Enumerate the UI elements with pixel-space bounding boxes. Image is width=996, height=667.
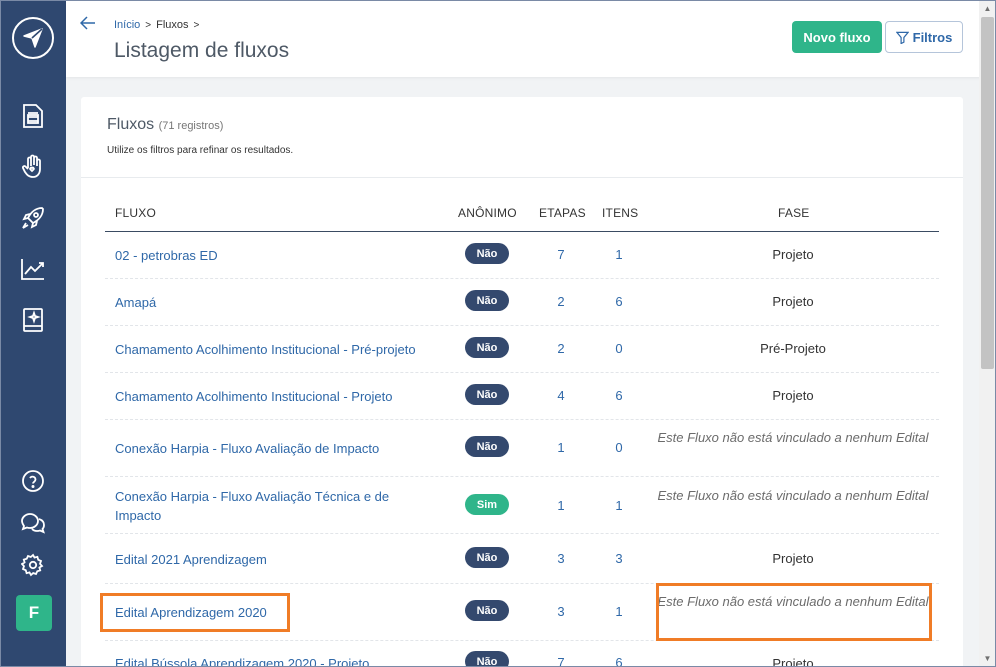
- document-icon[interactable]: [18, 101, 48, 131]
- header-items[interactable]: ITENS: [602, 206, 638, 220]
- steps-count[interactable]: 4: [546, 388, 576, 403]
- row-divider: [105, 278, 939, 279]
- card-title-text: Fluxos: [107, 116, 155, 133]
- flows-card: Fluxos (71 registros) Utilize os filtros…: [81, 97, 963, 667]
- items-count[interactable]: 6: [604, 655, 634, 667]
- steps-count[interactable]: 1: [546, 498, 576, 513]
- anon-badge: Não: [465, 384, 509, 405]
- rocket-icon[interactable]: [18, 203, 48, 233]
- anon-badge: Não: [465, 436, 509, 457]
- anon-badge: Não: [465, 547, 509, 568]
- steps-count[interactable]: 3: [546, 604, 576, 619]
- phase-text: Pré-Projeto: [760, 341, 826, 356]
- record-count: (71 registros): [158, 120, 224, 132]
- steps-count[interactable]: 7: [546, 247, 576, 262]
- new-flow-button[interactable]: Novo fluxo: [792, 21, 882, 53]
- phase-text: Este Fluxo não está vinculado a nenhum E…: [657, 594, 929, 609]
- anon-badge: Não: [465, 337, 509, 358]
- row-divider: [105, 476, 939, 477]
- header-phase[interactable]: FASE: [778, 206, 809, 220]
- vertical-scrollbar[interactable]: ▲ ▼: [979, 0, 996, 667]
- steps-count[interactable]: 7: [546, 655, 576, 667]
- book-sparkle-icon[interactable]: [18, 305, 48, 335]
- row-divider: [105, 419, 939, 420]
- row-divider: [105, 533, 939, 534]
- steps-count[interactable]: 2: [546, 294, 576, 309]
- phase-text: Projeto: [772, 656, 814, 667]
- steps-count[interactable]: 1: [546, 440, 576, 455]
- row-divider: [105, 325, 939, 326]
- filter-button-label: Filtros: [912, 29, 953, 45]
- steps-count[interactable]: 3: [546, 551, 576, 566]
- chart-line-icon[interactable]: [18, 254, 48, 284]
- scroll-thumb[interactable]: [981, 17, 994, 369]
- page-title: Listagem de fluxos: [114, 39, 290, 62]
- header-flow[interactable]: FLUXO: [115, 206, 156, 220]
- back-arrow-icon[interactable]: [79, 16, 96, 35]
- hand-heart-icon[interactable]: [18, 152, 48, 182]
- flow-name-link[interactable]: Chamamento Acolhimento Institucional - P…: [115, 340, 455, 359]
- flow-name-link[interactable]: Chamamento Acolhimento Institucional - P…: [115, 387, 455, 406]
- header-anon[interactable]: ANÔNIMO: [458, 206, 517, 220]
- phase-text: Projeto: [772, 294, 814, 309]
- table-header-line: [105, 231, 939, 232]
- items-count[interactable]: 1: [604, 247, 634, 262]
- breadcrumb-current: Fluxos: [156, 19, 189, 31]
- chat-icon[interactable]: [18, 508, 48, 538]
- header-steps[interactable]: ETAPAS: [539, 206, 586, 220]
- flow-name-link[interactable]: Edital 2021 Aprendizagem: [115, 550, 415, 569]
- card-title: Fluxos (71 registros): [107, 116, 223, 134]
- flow-name-link[interactable]: Conexão Harpia - Fluxo Avaliação Técnica…: [115, 487, 415, 525]
- phase-text: Este Fluxo não está vinculado a nenhum E…: [657, 488, 929, 503]
- phase-text: Este Fluxo não está vinculado a nenhum E…: [657, 430, 929, 445]
- anon-badge: Não: [465, 290, 509, 311]
- flow-name-link[interactable]: Amapá: [115, 293, 415, 312]
- card-divider: [81, 177, 963, 178]
- anon-badge: Sim: [465, 494, 509, 515]
- phase-text: Projeto: [772, 247, 814, 262]
- items-count[interactable]: 0: [604, 440, 634, 455]
- items-count[interactable]: 0: [604, 341, 634, 356]
- row-divider: [105, 640, 939, 641]
- anon-badge: Não: [465, 651, 509, 667]
- breadcrumb-separator: >: [145, 19, 152, 31]
- filter-button[interactable]: Filtros: [885, 21, 963, 53]
- sidebar: F: [0, 0, 66, 667]
- gear-icon[interactable]: [18, 550, 48, 580]
- breadcrumb-separator: >: [193, 19, 200, 31]
- avatar[interactable]: F: [16, 595, 52, 631]
- help-icon[interactable]: [18, 466, 48, 496]
- breadcrumb-home[interactable]: Início: [114, 19, 140, 31]
- flow-name-link[interactable]: Edital Aprendizagem 2020: [115, 603, 415, 622]
- flow-name-link[interactable]: Edital Bússola Aprendizagem 2020 - Proje…: [115, 654, 455, 667]
- scroll-up-icon[interactable]: ▲: [979, 0, 996, 17]
- items-count[interactable]: 6: [604, 294, 634, 309]
- breadcrumb: Início > Fluxos >: [114, 19, 199, 31]
- anon-badge: Não: [465, 600, 509, 621]
- steps-count[interactable]: 2: [546, 341, 576, 356]
- row-divider: [105, 372, 939, 373]
- row-divider: [105, 583, 939, 584]
- page-header: Início > Fluxos > Listagem de fluxos Nov…: [66, 0, 996, 77]
- items-count[interactable]: 1: [604, 604, 634, 619]
- phase-text: Projeto: [772, 388, 814, 403]
- items-count[interactable]: 3: [604, 551, 634, 566]
- scroll-down-icon[interactable]: ▼: [979, 650, 996, 667]
- flow-name-link[interactable]: 02 - petrobras ED: [115, 246, 415, 265]
- anon-badge: Não: [465, 243, 509, 264]
- card-subtitle: Utilize os filtros para refinar os resul…: [107, 145, 294, 156]
- phase-text: Projeto: [772, 551, 814, 566]
- items-count[interactable]: 1: [604, 498, 634, 513]
- items-count[interactable]: 6: [604, 388, 634, 403]
- logo-icon[interactable]: [12, 17, 54, 59]
- filter-icon: [895, 31, 909, 44]
- flow-name-link[interactable]: Conexão Harpia - Fluxo Avaliação de Impa…: [115, 439, 455, 458]
